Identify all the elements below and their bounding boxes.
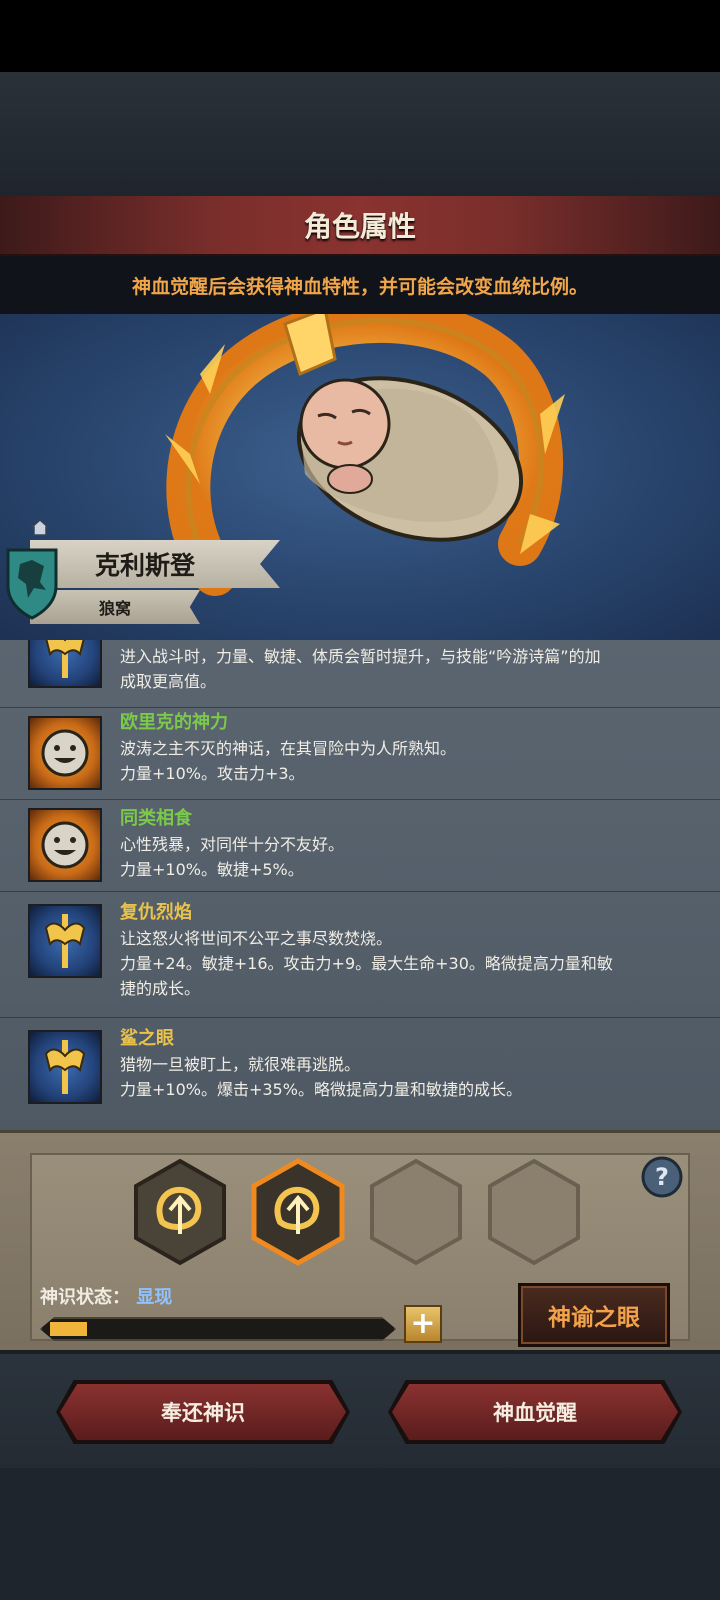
trait-item[interactable]: 进入战斗时，力量、敏捷、体质会暂时提升，与技能“吟游诗篇”的加 成取更高值。 (0, 640, 720, 708)
trait-description: 波涛之主不灭的神话，在其冒险中为人所熟知。 (120, 739, 457, 758)
name-banner: 克利斯登 (30, 540, 280, 588)
divine-sense-progress (40, 1317, 396, 1341)
status-value: 显现 (136, 1287, 173, 1308)
header-background (0, 72, 720, 196)
bottom-background (0, 1468, 720, 1600)
divine-slot-selected[interactable] (250, 1158, 346, 1266)
trait-effect: 力量+24。敏捷+16。攻击力+9。最大生命+30。略微提高力量和敏 (120, 954, 613, 973)
trait-description: 猎物一旦被盯上，就很难再逃脱。 (120, 1055, 361, 1074)
awakening-notice: 神血觉醒后会获得神血特性，并可能会改变血统比例。 (131, 275, 588, 298)
trait-description: 心性残暴，对同伴十分不友好。 (120, 835, 345, 854)
trait-description: 进入战斗时，力量、敏捷、体质会暂时提升，与技能“吟游诗篇”的加 (120, 647, 601, 666)
axe-icon (28, 904, 102, 978)
status-label: 神识状态： (40, 1287, 130, 1308)
smiley-face-icon (28, 808, 102, 882)
divine-sense-panel: ? 神识状态： 显现 + 神谕之眼 (0, 1130, 720, 1350)
trait-name: 复仇烈焰 (120, 902, 192, 923)
trait-item[interactable]: 欧里克的神力 波涛之主不灭的神话，在其冒险中为人所熟知。 力量+10%。攻击力+… (0, 708, 720, 800)
return-divine-sense-button[interactable]: 奉还神识 (60, 1384, 346, 1440)
character-origin: 狼窝 (98, 599, 131, 618)
trait-item[interactable]: 鲨之眼 猎物一旦被盯上，就很难再逃脱。 力量+10%。爆击+35%。略微提高力量… (0, 1018, 720, 1130)
title-bar: 角色属性 (0, 196, 720, 256)
trait-effect: 成取更高值。 (120, 672, 217, 691)
trait-item[interactable]: 复仇烈焰 让这怒火将世间不公平之事尽数焚烧。 力量+24。敏捷+16。攻击力+9… (0, 892, 720, 1018)
character-name: 克利斯登 (94, 551, 195, 580)
home-icon (30, 519, 50, 536)
progress-fill (50, 1322, 87, 1336)
divine-slot-filled[interactable] (132, 1158, 228, 1266)
axe-icon (28, 1030, 102, 1104)
notice-bar: 神血觉醒后会获得神血特性，并可能会改变血统比例。 (0, 256, 720, 314)
traits-list[interactable]: 进入战斗时，力量、敏捷、体质会暂时提升，与技能“吟游诗篇”的加 成取更高值。 欧… (0, 640, 720, 1130)
trait-effect: 力量+10%。攻击力+3。 (120, 764, 305, 783)
oracle-eye-label: 神谕之眼 (548, 1305, 640, 1331)
help-icon[interactable]: ? (640, 1155, 684, 1199)
wolf-shield-icon (6, 548, 58, 620)
svg-text:?: ? (655, 1163, 669, 1191)
trait-description: 让这怒火将世间不公平之事尽数焚烧。 (120, 929, 393, 948)
status-bar (0, 0, 720, 72)
page-title: 角色属性 (303, 210, 416, 243)
trait-name: 同类相食 (120, 808, 192, 829)
trait-effect-continued: 捷的成长。 (120, 979, 201, 998)
divine-slot-empty[interactable] (368, 1158, 464, 1266)
trait-name: 鲨之眼 (120, 1028, 174, 1049)
trait-item[interactable]: 同类相食 心性残暴，对同伴十分不友好。 力量+10%。敏捷+5%。 (0, 800, 720, 892)
awaken-button-label: 神血觉醒 (493, 1401, 577, 1425)
trait-effect: 力量+10%。爆击+35%。略微提高力量和敏捷的成长。 (120, 1080, 522, 1099)
return-button-label: 奉还神识 (161, 1401, 245, 1425)
smiley-face-icon (28, 716, 102, 790)
axe-icon (28, 640, 102, 688)
blood-awakening-button[interactable]: 神血觉醒 (392, 1384, 678, 1440)
trait-name: 欧里克的神力 (120, 712, 228, 733)
divine-sense-status: 神识状态： 显现 (40, 1283, 172, 1309)
divine-slot-empty[interactable] (486, 1158, 582, 1266)
oracle-eye-button[interactable]: 神谕之眼 (518, 1283, 670, 1347)
add-divine-sense-button[interactable]: + (404, 1305, 442, 1343)
character-nameplate: 克利斯登 狼窝 (0, 519, 290, 640)
trait-effect: 力量+10%。敏捷+5%。 (120, 860, 304, 879)
